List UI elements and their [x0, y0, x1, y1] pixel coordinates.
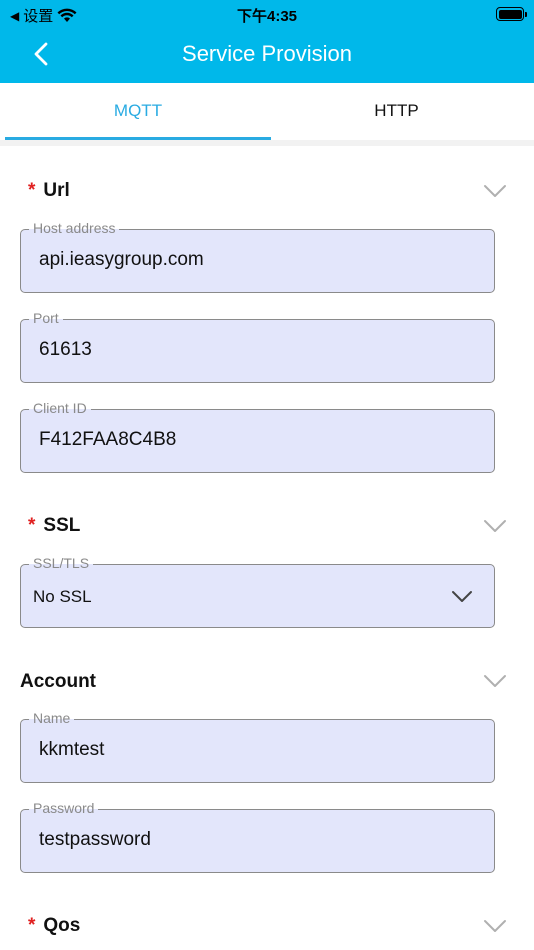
- port-field[interactable]: Port 61613: [20, 309, 495, 383]
- tab-bar: MQTT HTTP: [0, 83, 534, 140]
- battery-icon: [496, 7, 527, 21]
- tabs-divider: [0, 140, 534, 146]
- tab-mqtt[interactable]: MQTT: [5, 83, 271, 140]
- host-address-field[interactable]: Host address api.ieasygroup.com: [20, 219, 495, 293]
- password-label: Password: [29, 799, 99, 817]
- ssl-tls-select[interactable]: SSL/TLS No SSL: [20, 554, 495, 628]
- chevron-down-icon[interactable]: [483, 674, 507, 688]
- account-name-value[interactable]: kkmtest: [39, 739, 104, 761]
- dropdown-chevron-icon[interactable]: [451, 590, 473, 604]
- chevron-down-icon[interactable]: [483, 919, 507, 933]
- section-account-header[interactable]: Account: [20, 671, 96, 693]
- section-qos-header[interactable]: * Qos: [20, 915, 80, 937]
- chevron-down-icon[interactable]: [483, 184, 507, 198]
- password-value[interactable]: testpassword: [39, 829, 151, 851]
- client-id-value[interactable]: F412FAA8C4B8: [39, 429, 176, 451]
- password-field[interactable]: Password testpassword: [20, 799, 495, 873]
- port-label: Port: [29, 309, 63, 327]
- client-id-label: Client ID: [29, 399, 91, 417]
- required-star: *: [28, 515, 36, 536]
- account-name-label: Name: [29, 709, 75, 727]
- status-time: 下午4:35: [236, 8, 298, 25]
- section-url-title: Url: [43, 180, 70, 201]
- page-title: Service Provision: [182, 41, 352, 66]
- section-ssl-title: SSL: [43, 515, 81, 536]
- account-name-field[interactable]: Name kkmtest: [20, 709, 495, 783]
- section-qos-title: Qos: [43, 915, 81, 936]
- client-id-field[interactable]: Client ID F412FAA8C4B8: [20, 399, 495, 473]
- navigation-bar: Service Provision: [0, 28, 534, 83]
- required-star: *: [28, 915, 36, 936]
- required-star: *: [28, 180, 36, 201]
- host-address-label: Host address: [29, 219, 120, 237]
- tab-http[interactable]: HTTP: [263, 83, 530, 140]
- section-url-header[interactable]: * Url: [20, 180, 70, 202]
- host-address-value[interactable]: api.ieasygroup.com: [39, 249, 204, 271]
- port-value[interactable]: 61613: [39, 339, 92, 361]
- section-ssl-header[interactable]: * SSL: [20, 515, 80, 537]
- status-bar: ◀ 设置 下午4:35: [0, 0, 534, 28]
- chevron-down-icon[interactable]: [483, 519, 507, 533]
- ssl-tls-value[interactable]: No SSL: [33, 587, 92, 607]
- ssl-tls-label: SSL/TLS: [29, 554, 94, 572]
- section-account-title: Account: [20, 671, 96, 692]
